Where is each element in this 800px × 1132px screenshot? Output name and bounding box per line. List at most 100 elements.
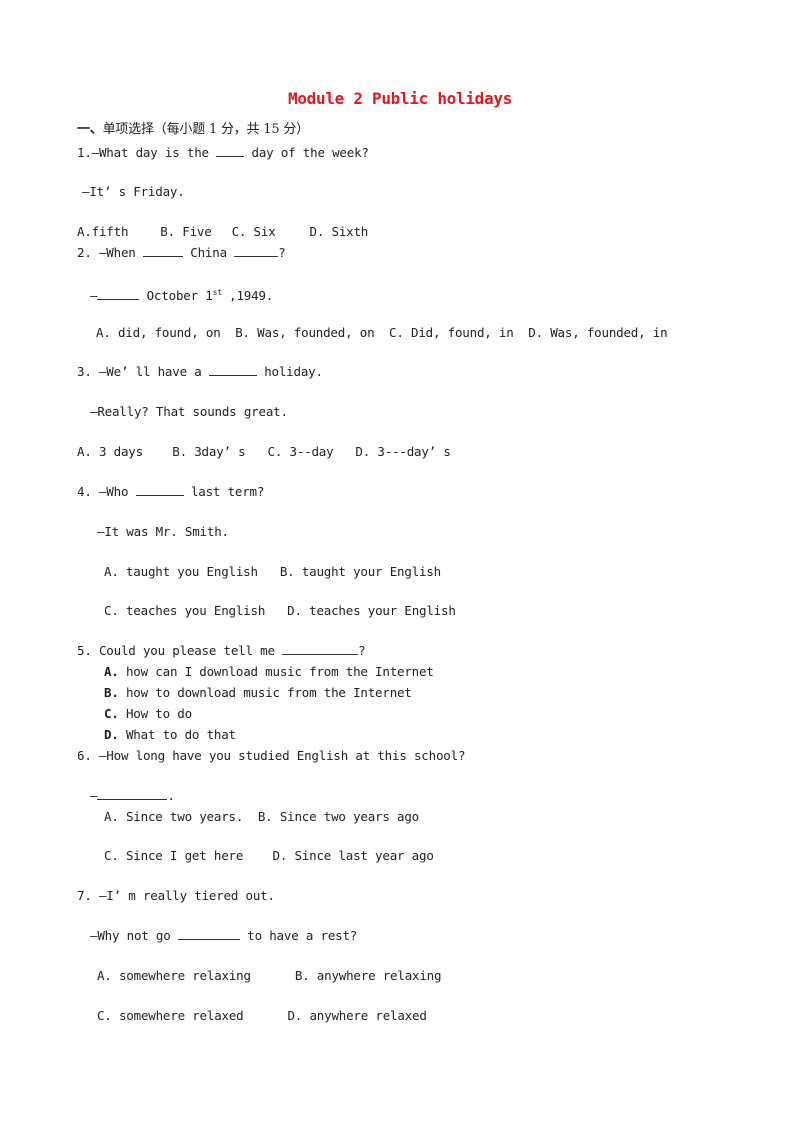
option-b: B. 3day’ s — [172, 444, 246, 459]
question-1-prompt: 1.—What day is the day of the week? — [77, 145, 369, 161]
prompt-text: last term? — [183, 484, 265, 499]
option-a: A. 3 days — [77, 444, 143, 459]
question-number: 1. — [77, 145, 92, 160]
question-7-prompt: 7. —I’ m really tiered out. — [77, 888, 275, 904]
question-4-options-cd: C. teaches you English D. teaches your E… — [104, 603, 456, 619]
document-page: Module 2 Public holidays 一、单项选择（每小题 1 分，… — [0, 0, 800, 1132]
option-d: D. Sixth — [309, 224, 369, 239]
section-heading: 一、单项选择（每小题 1 分，共 15 分） — [77, 122, 309, 138]
reply-text: ,1949. — [221, 288, 274, 304]
question-7-options-cd: C. somewhere relaxed D. anywhere relaxed — [97, 1008, 427, 1024]
question-number: 3. — [77, 364, 92, 379]
option-c: C. 3--day — [267, 444, 334, 459]
option-c: C. Six — [231, 224, 276, 239]
reply-text: — — [90, 788, 98, 803]
question-6-options-ab: A. Since two years. B. Since two years a… — [104, 809, 419, 825]
reply-text: to have a rest? — [239, 928, 358, 943]
option-text: how can I download music from the Intern… — [125, 664, 434, 679]
option-c: C. Since I get here — [104, 848, 244, 863]
option-d: D. 3---day’ s — [355, 444, 451, 459]
answer-blank — [177, 928, 240, 940]
reply-text: October 1 — [139, 288, 213, 304]
question-3-options: A. 3 days B. 3day’ s C. 3--day D. 3---da… — [77, 444, 451, 460]
option-text: How to do — [125, 706, 192, 721]
question-number: 5. — [77, 643, 92, 658]
option-b: B. Was, founded, on — [235, 325, 375, 340]
question-number: 4. — [77, 484, 92, 499]
prompt-text: —I’ m really tiered out. — [98, 888, 275, 903]
prompt-text: ? — [278, 245, 286, 260]
option-c: C. somewhere relaxed — [97, 1008, 244, 1023]
question-number: 7. — [77, 888, 92, 903]
answer-blank — [234, 245, 279, 257]
option-letter: A. — [104, 664, 119, 679]
option-b: B. Since two years ago — [257, 809, 420, 824]
question-3-prompt: 3. —We’ ll have a holiday. — [77, 364, 323, 380]
option-letter: C. — [104, 706, 119, 721]
option-d: D. anywhere relaxed — [287, 1008, 427, 1023]
prompt-text: —Who — [98, 484, 136, 499]
option-b: B. anywhere relaxing — [294, 968, 442, 983]
answer-blank — [216, 145, 245, 157]
prompt-text: —How long have you studied English at th… — [98, 748, 466, 763]
option-a: A.fifth — [77, 224, 129, 239]
answer-blank — [208, 364, 257, 376]
question-4-options-ab: A. taught you English B. taught your Eng… — [104, 564, 441, 580]
prompt-text: —What day is the — [91, 145, 217, 160]
prompt-text: day of the week? — [244, 145, 369, 160]
question-3-reply: —Really? That sounds great. — [90, 404, 288, 419]
option-text: how to download music from the Internet — [125, 685, 412, 700]
question-6-prompt: 6. —How long have you studied English at… — [77, 748, 465, 764]
question-5-option-d: D. What to do that — [104, 727, 236, 743]
question-number: 6. — [77, 748, 92, 763]
question-5-option-b: B. how to download music from the Intern… — [104, 685, 412, 701]
prompt-text: —We’ ll have a — [98, 364, 209, 379]
question-6-reply: —. — [90, 788, 175, 804]
prompt-text: —When — [98, 245, 143, 260]
ordinal-suffix: st — [212, 288, 222, 297]
option-letter: D. — [104, 727, 119, 742]
option-c: C. teaches you English — [104, 603, 266, 618]
section-heading-text: 单项选择（每小题 1 分，共 15 分） — [102, 122, 310, 137]
question-1-options: A.fifth B. Five C. Six D. Sixth — [77, 224, 368, 240]
question-7-options-ab: A. somewhere relaxing B. anywhere relaxi… — [97, 968, 442, 984]
reply-text: . — [167, 788, 175, 803]
question-1-reply: —It’ s Friday. — [82, 184, 185, 199]
answer-blank — [97, 788, 168, 800]
question-5-prompt: 5. Could you please tell me ? — [77, 643, 366, 659]
prompt-text: ? — [358, 643, 366, 658]
reply-text: — — [90, 288, 98, 304]
answer-blank — [282, 643, 359, 655]
option-text: What to do that — [125, 727, 236, 742]
option-b: B. Five — [160, 224, 212, 239]
option-letter: B. — [104, 685, 119, 700]
option-b: B. taught your English — [279, 564, 441, 579]
page-title: Module 2 Public holidays — [288, 89, 512, 108]
answer-blank — [135, 484, 184, 496]
prompt-text: China — [182, 245, 235, 260]
section-marker: 一、 — [77, 122, 103, 137]
question-2-reply: — October 1st ,1949. — [90, 285, 273, 304]
answer-blank — [97, 288, 140, 301]
question-2-options: A. did, found, on B. Was, founded, on C.… — [96, 325, 668, 341]
question-2-prompt: 2. —When China ? — [77, 245, 286, 261]
option-d: D. teaches your English — [287, 603, 456, 618]
prompt-text: Could you please tell me — [98, 643, 283, 658]
prompt-text: holiday. — [256, 364, 323, 379]
question-7-reply: —Why not go to have a rest? — [90, 928, 357, 944]
question-5-option-c: C. How to do — [104, 706, 192, 722]
question-5-option-a: A. how can I download music from the Int… — [104, 664, 434, 680]
option-a: A. somewhere relaxing — [97, 968, 251, 983]
question-number: 2. — [77, 245, 92, 260]
option-c: C. Did, found, in — [389, 325, 514, 340]
option-d: D. Since last year ago — [272, 848, 434, 863]
question-6-options-cd: C. Since I get here D. Since last year a… — [104, 848, 434, 864]
answer-blank — [142, 245, 183, 257]
question-4-reply: —It was Mr. Smith. — [97, 524, 229, 539]
option-a: A. did, found, on — [96, 325, 221, 340]
reply-text: —Why not go — [90, 928, 178, 943]
option-d: D. Was, founded, in — [528, 325, 668, 340]
option-a: A. taught you English — [104, 564, 258, 579]
option-a: A. Since two years. — [104, 809, 244, 824]
question-4-prompt: 4. —Who last term? — [77, 484, 264, 500]
